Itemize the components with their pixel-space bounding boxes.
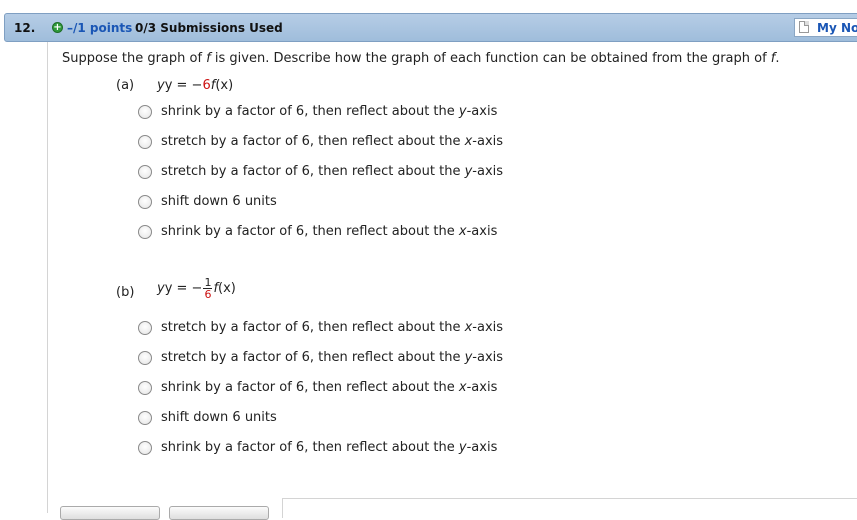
submissions-used: 0/3 Submissions Used bbox=[135, 21, 283, 35]
question-number: 12. bbox=[14, 21, 36, 35]
part-a-equation: yy = −6f(x) bbox=[157, 78, 234, 93]
save-progress-button[interactable] bbox=[169, 506, 269, 520]
coefficient: 6 bbox=[204, 288, 212, 301]
option-label: shrink by a factor of 6, then reflect ab… bbox=[161, 440, 498, 455]
radio-button[interactable] bbox=[138, 321, 152, 335]
left-divider bbox=[47, 42, 48, 513]
option-label: shrink by a factor of 6, then reflect ab… bbox=[161, 224, 498, 239]
coefficient: 6 bbox=[202, 78, 211, 93]
plus-icon[interactable]: + bbox=[52, 22, 63, 33]
fraction: 16 bbox=[203, 276, 213, 301]
part-a-label: (a) bbox=[116, 78, 135, 93]
option-label: shift down 6 units bbox=[161, 410, 277, 425]
submit-answer-button[interactable] bbox=[60, 506, 160, 520]
radio-button[interactable] bbox=[138, 225, 152, 239]
radio-button[interactable] bbox=[138, 381, 152, 395]
radio-button[interactable] bbox=[138, 411, 152, 425]
option-label: stretch by a factor of 6, then reflect a… bbox=[161, 164, 504, 179]
option-label: stretch by a factor of 6, then reflect a… bbox=[161, 350, 504, 365]
part-b-label: (b) bbox=[116, 285, 135, 300]
points-link[interactable]: –/1 points bbox=[67, 21, 132, 35]
option-label: stretch by a factor of 6, then reflect a… bbox=[161, 134, 504, 149]
option-label: shrink by a factor of 6, then reflect ab… bbox=[161, 380, 498, 395]
radio-button[interactable] bbox=[138, 135, 152, 149]
question-prompt: Suppose the graph of f is given. Describ… bbox=[62, 51, 780, 66]
my-notes-label: My Notes bbox=[817, 21, 857, 35]
radio-button[interactable] bbox=[138, 441, 152, 455]
bottom-panel bbox=[282, 498, 857, 518]
radio-button[interactable] bbox=[138, 195, 152, 209]
my-notes-button[interactable]: My Notes bbox=[794, 18, 857, 37]
radio-button[interactable] bbox=[138, 351, 152, 365]
note-icon bbox=[799, 21, 809, 33]
option-label: shrink by a factor of 6, then reflect ab… bbox=[161, 104, 498, 119]
question-header: 12. + –/1 points 0/3 Submissions Used My… bbox=[4, 13, 857, 42]
part-b-equation: yy = −1 6 f(x) bbox=[157, 276, 236, 301]
option-label: shift down 6 units bbox=[161, 194, 277, 209]
radio-button[interactable] bbox=[138, 165, 152, 179]
radio-button[interactable] bbox=[138, 105, 152, 119]
option-label: stretch by a factor of 6, then reflect a… bbox=[161, 320, 504, 335]
